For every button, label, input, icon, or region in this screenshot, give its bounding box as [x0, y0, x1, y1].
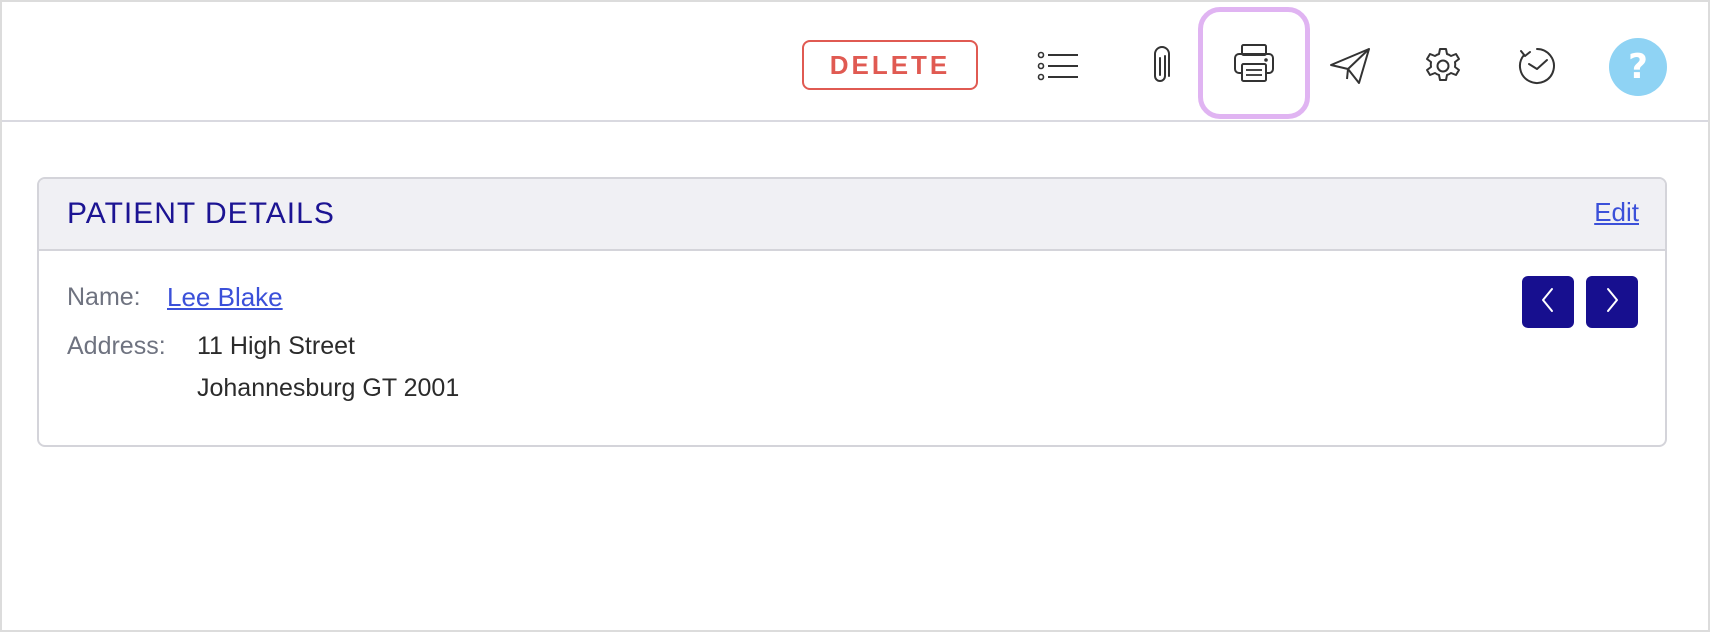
send-button[interactable]	[1315, 28, 1385, 104]
patient-name-link[interactable]: Lee Blake	[167, 282, 283, 313]
top-toolbar: DELETE ?	[2, 2, 1708, 122]
gear-icon	[1423, 46, 1463, 86]
card-title: PATIENT DETAILS	[67, 197, 335, 230]
print-button[interactable]	[1198, 7, 1310, 119]
card-header: PATIENT DETAILS Edit	[39, 179, 1665, 251]
edit-link[interactable]: Edit	[1594, 197, 1639, 228]
settings-button[interactable]	[1408, 28, 1478, 104]
send-icon	[1329, 47, 1371, 85]
previous-button[interactable]	[1522, 276, 1574, 328]
delete-button[interactable]: DELETE	[802, 40, 978, 90]
help-icon: ?	[1628, 47, 1648, 87]
address-label: Address:	[67, 332, 166, 360]
app-frame: DELETE ? PATIENT DETAILS Edit Name: Lee …	[0, 0, 1710, 632]
chevron-left-icon	[1538, 286, 1558, 318]
address-line-2: Johannesburg GT 2001	[197, 374, 460, 402]
patient-details-card: PATIENT DETAILS Edit Name: Lee Blake Add…	[37, 177, 1667, 447]
printer-icon	[1233, 43, 1275, 83]
list-icon	[1037, 51, 1079, 81]
history-button[interactable]	[1502, 28, 1572, 104]
attach-button[interactable]	[1126, 28, 1196, 104]
history-icon	[1517, 46, 1557, 86]
next-button[interactable]	[1586, 276, 1638, 328]
chevron-right-icon	[1602, 286, 1622, 318]
list-button[interactable]	[1023, 28, 1093, 104]
help-button[interactable]: ?	[1609, 38, 1667, 96]
paperclip-icon	[1150, 46, 1172, 86]
address-line-1: 11 High Street	[197, 332, 355, 360]
name-label: Name:	[67, 283, 141, 311]
